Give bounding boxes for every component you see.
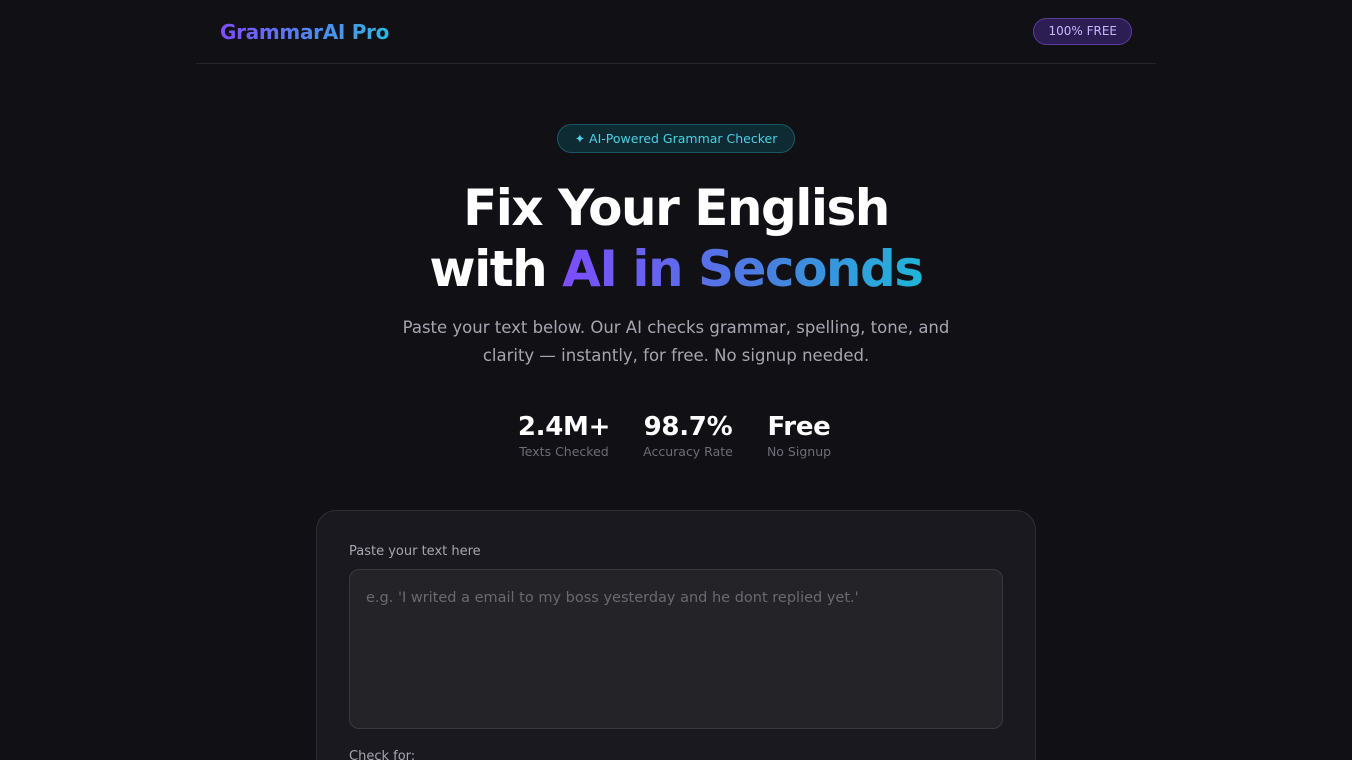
stat-value: 98.7% — [643, 412, 733, 442]
logo[interactable]: GrammarAI Pro — [220, 20, 389, 44]
hero-subtitle: Paste your text below. Our AI checks gra… — [402, 318, 950, 365]
text-input-label: Paste your text here — [349, 544, 481, 559]
checker-card: Paste your text here Check for: — [316, 510, 1036, 760]
hero-title-prefix: with — [429, 240, 563, 298]
stat-value: 2.4M+ — [517, 412, 611, 442]
stat-label: No Signup — [766, 444, 832, 459]
ai-powered-pill: ✦ AI-Powered Grammar Checker — [557, 124, 795, 153]
stat-label: Texts Checked — [519, 444, 609, 459]
page: GrammarAI Pro 100% FREE ✦ AI-Powered Gra… — [0, 0, 1352, 760]
stat-accuracy-rate: 98.7% Accuracy Rate — [638, 410, 738, 460]
stat-value: Free — [767, 412, 831, 442]
hero-title-highlight: AI in Seconds — [562, 240, 924, 298]
free-badge: 100% FREE — [1033, 18, 1132, 45]
check-for-label: Check for: — [349, 749, 416, 760]
stat-free: Free No Signup — [754, 410, 844, 460]
hero-title-line-1: Fix Your English — [463, 179, 890, 237]
stat-label: Accuracy Rate — [643, 444, 733, 459]
hero-title-line-2: with AI in Seconds — [0, 239, 1352, 299]
text-input[interactable] — [349, 569, 1003, 729]
site-header: GrammarAI Pro 100% FREE — [196, 0, 1156, 64]
stat-texts-checked: 2.4M+ Texts Checked — [514, 410, 614, 460]
